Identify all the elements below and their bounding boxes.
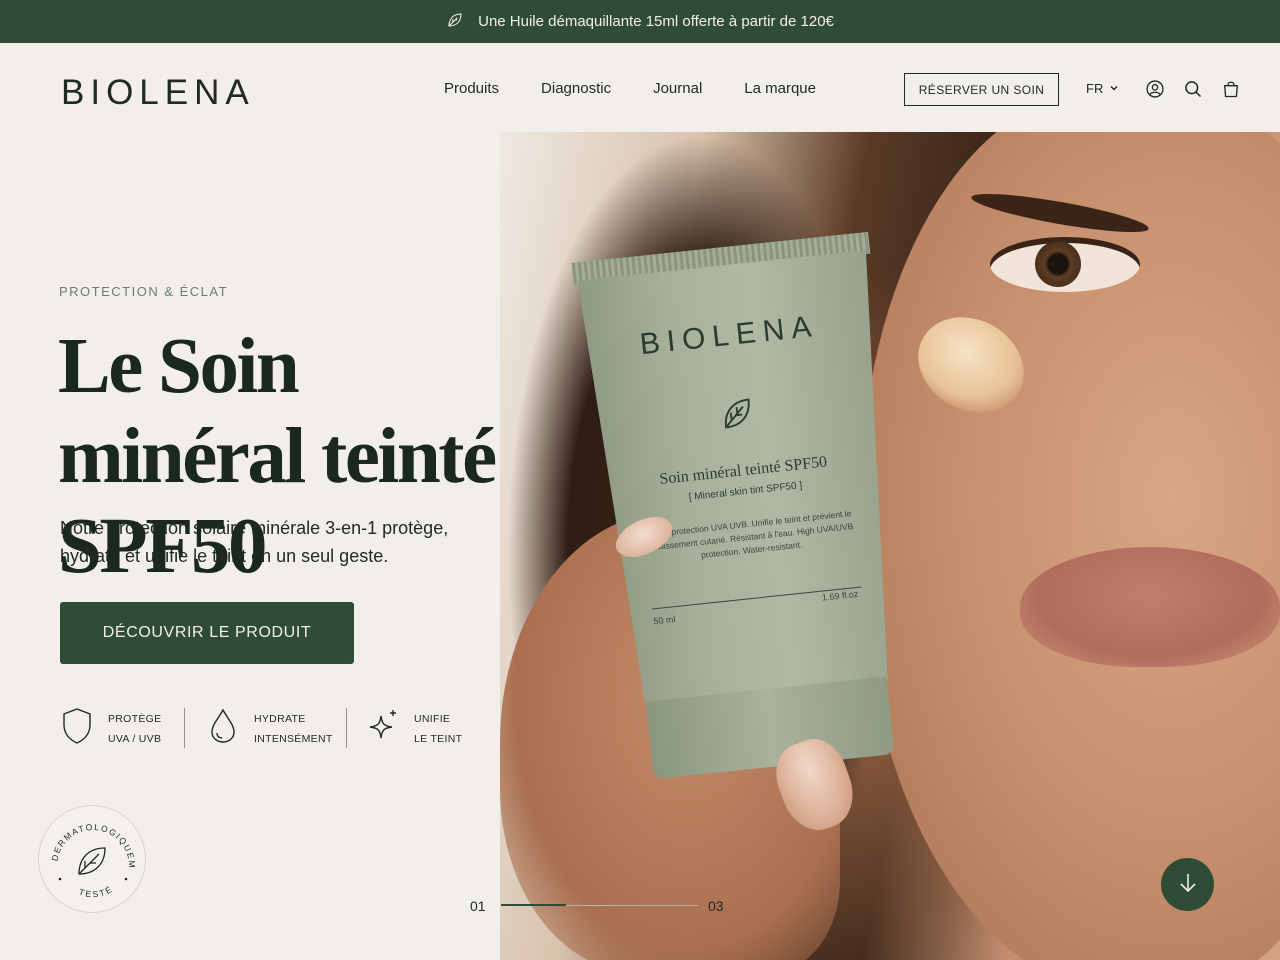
chevron-down-icon — [1109, 81, 1119, 96]
language-selector[interactable]: FR — [1086, 81, 1119, 96]
badge-top-text: DERMATOLOGIQUEMENT — [35, 798, 135, 869]
discover-product-button[interactable]: DÉCOUVRIR LE PRODUIT — [60, 602, 354, 664]
language-label: FR — [1086, 81, 1104, 96]
bag-icon[interactable] — [1221, 79, 1241, 99]
leaf-icon — [716, 393, 758, 435]
leaf-icon — [78, 847, 106, 875]
nav-item-journal[interactable]: Journal — [653, 80, 702, 97]
nav-item-la-marque[interactable]: La marque — [744, 80, 816, 97]
sparkle-icon — [366, 706, 400, 751]
promo-text: Une Huile démaquillante 15ml offerte à p… — [478, 13, 834, 30]
badge-bottom-text: TESTÉ — [78, 884, 113, 900]
scroll-down-button[interactable] — [1161, 858, 1214, 911]
slider-current: 01 — [470, 898, 486, 914]
svg-text:TESTÉ: TESTÉ — [78, 884, 115, 900]
feature-unify: UNIFIE LE TEINT — [366, 706, 462, 751]
hero-subline: Notre protection solaire minérale 3-en-1… — [60, 518, 449, 566]
slider-progress — [501, 904, 566, 906]
site-header: BIOLENA Produits Diagnostic Journal La m… — [0, 43, 1280, 132]
brand-logo[interactable]: BIOLENA — [61, 73, 255, 113]
feature-protect-line1: PROTÈGE — [108, 712, 162, 725]
leaf-icon — [446, 11, 464, 33]
hero-eyebrow: PROTECTION & ÉCLAT — [59, 284, 229, 299]
svg-text:DERMATOLOGIQUEMENT: DERMATOLOGIQUEMENT — [39, 806, 137, 869]
lips-shape — [1020, 547, 1280, 667]
shield-icon — [60, 706, 94, 751]
feature-hydrate-line2: INTENSÉMENT — [254, 732, 333, 745]
promo-bar: Une Huile démaquillante 15ml offerte à p… — [0, 0, 1280, 43]
slider-track[interactable] — [501, 904, 698, 906]
nav-item-diagnostic[interactable]: Diagnostic — [541, 80, 611, 97]
feature-divider — [184, 708, 185, 748]
book-treatment-button[interactable]: RÉSERVER UN SOIN — [904, 73, 1059, 106]
drop-icon — [206, 706, 240, 751]
product-tube: BIOLENA Soin minéral teinté SPF50 [ Mine… — [571, 231, 919, 780]
dermatology-badge: DERMATOLOGIQUEMENT TESTÉ — [35, 798, 146, 913]
feature-divider — [346, 708, 347, 748]
account-icon[interactable] — [1145, 79, 1165, 99]
feature-unify-line1: UNIFIE — [414, 712, 451, 725]
main-nav: Produits Diagnostic Journal La marque — [444, 80, 858, 97]
feature-protect: PROTÈGE UVA / UVB — [60, 706, 161, 751]
nav-item-produits[interactable]: Produits — [444, 80, 499, 97]
feature-hydrate: HYDRATE INTENSÉMENT — [206, 706, 333, 751]
feature-hydrate-line1: HYDRATE — [254, 712, 306, 725]
arrow-down-icon — [1178, 872, 1198, 897]
eye-shape — [990, 237, 1140, 292]
feature-unify-line2: LE TEINT — [414, 732, 463, 745]
feature-protect-line2: UVA / UVB — [108, 732, 162, 745]
slider-total: 03 — [708, 898, 724, 914]
search-icon[interactable] — [1183, 79, 1203, 99]
